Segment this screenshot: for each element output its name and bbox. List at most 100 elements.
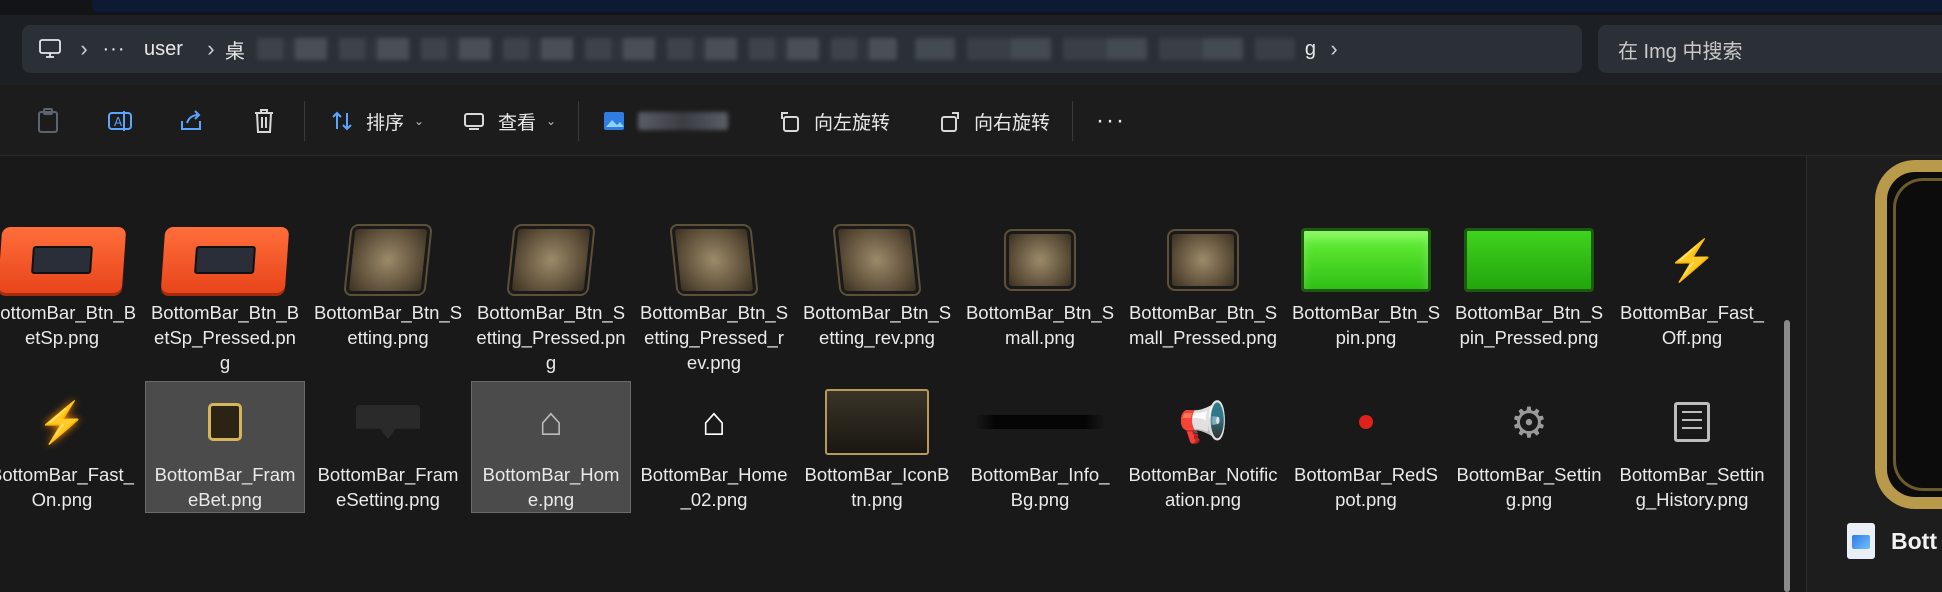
rotate-right-label: 向右旋转 xyxy=(974,112,1051,134)
file-item[interactable]: BottomBar_Btn_BetSp_Pressed.png xyxy=(146,220,304,375)
file-item[interactable]: 📢 BottomBar_Notification.png xyxy=(1124,382,1282,512)
preview-file-name: Bott xyxy=(1891,527,1937,554)
file-name: BottomBar_Info_Bg.png xyxy=(970,464,1110,510)
file-thumbnail xyxy=(0,220,137,300)
sort-label: 排序 xyxy=(366,112,405,134)
vertical-scrollbar[interactable] xyxy=(1784,320,1790,592)
preview-pane: Bott xyxy=(1806,156,1942,592)
image-icon xyxy=(600,107,628,135)
file-name: BottomBar_FrameBet.png xyxy=(154,464,296,510)
file-item[interactable]: BottomBar_Btn_Spin_Pressed.png xyxy=(1450,220,1608,350)
preview-image xyxy=(1875,160,1942,509)
home-icon: ⌂ xyxy=(538,399,564,444)
file-thumbnail: ⌂ xyxy=(476,382,626,462)
title-strip xyxy=(0,0,1942,15)
file-name: BottomBar_Btn_BetSp.png xyxy=(0,302,137,348)
breadcrumb-chevron-icon[interactable]: › xyxy=(70,36,98,62)
file-item[interactable]: BottomBar_IconBtn.png xyxy=(798,382,956,512)
view-icon xyxy=(460,107,488,135)
file-name: BottomBar_Home_02.png xyxy=(640,464,788,510)
toolbar-divider xyxy=(578,101,579,141)
view-label: 查看 xyxy=(498,112,537,134)
file-item[interactable]: ⌂ BottomBar_Home.png xyxy=(471,381,631,513)
breadcrumb-item-img[interactable]: g xyxy=(1301,38,1320,61)
file-item[interactable]: BottomBar_FrameSetting.png xyxy=(309,382,467,512)
bronze-button-thumbnail xyxy=(506,224,596,296)
file-name: BottomBar_Btn_Setting_rev.png xyxy=(802,302,952,348)
file-thumbnail xyxy=(1128,220,1278,300)
svg-text:A: A xyxy=(114,115,123,129)
file-name: BottomBar_Btn_Small_Pressed.png xyxy=(1128,302,1278,348)
breadcrumb-item-desktop[interactable]: 桌 xyxy=(225,35,245,64)
search-input[interactable]: 在 Img 中搜索 xyxy=(1598,25,1942,73)
paste-button[interactable] xyxy=(34,103,62,139)
file-item[interactable]: BottomBar_Btn_BetSp.png xyxy=(0,220,141,350)
breadcrumb-chevron-icon[interactable]: › xyxy=(1320,36,1348,62)
file-item[interactable]: BottomBar_FrameBet.png xyxy=(145,381,305,513)
file-thumbnail xyxy=(1617,382,1767,462)
trash-icon xyxy=(250,107,278,135)
file-thumbnail xyxy=(313,220,463,300)
chevron-down-icon: ⌄ xyxy=(546,114,557,128)
sort-button[interactable]: 排序 ⌄ xyxy=(328,103,424,139)
file-item[interactable]: BottomBar_RedSpot.png xyxy=(1287,382,1445,512)
file-name: BottomBar_Setting_History.png xyxy=(1619,464,1765,510)
file-item[interactable]: BottomBar_Setting_History.png xyxy=(1613,382,1771,512)
home-icon: ⌂ xyxy=(701,399,727,444)
toolbar-divider xyxy=(304,101,305,141)
file-name: BottomBar_RedSpot.png xyxy=(1294,464,1438,510)
file-item[interactable]: ⚡ BottomBar_Fast_On.png xyxy=(0,382,141,512)
clipboard-icon xyxy=(34,107,62,135)
file-thumbnail xyxy=(150,220,300,300)
rotate-right-button[interactable]: 向右旋转 xyxy=(936,103,1050,139)
file-item[interactable]: ⌂ BottomBar_Home_02.png xyxy=(635,382,793,512)
file-name: BottomBar_Fast_On.png xyxy=(0,464,134,510)
file-item[interactable]: BottomBar_Btn_Setting.png xyxy=(309,220,467,350)
file-name: BottomBar_Setting.png xyxy=(1456,464,1602,510)
bronze-button-thumbnail xyxy=(669,224,759,296)
bronze-button-thumbnail xyxy=(1167,229,1239,291)
rename-button[interactable]: A xyxy=(106,103,134,139)
set-background-button[interactable] xyxy=(600,103,728,139)
red-dot-icon xyxy=(1359,415,1373,429)
breadcrumb-more-button[interactable]: ··· xyxy=(98,38,130,61)
file-item[interactable]: BottomBar_Btn_Small_Pressed.png xyxy=(1124,220,1282,350)
file-item[interactable]: BottomBar_Btn_Setting_Pressed.png xyxy=(472,220,630,375)
file-item[interactable]: ⚙ BottomBar_Setting.png xyxy=(1450,382,1608,512)
file-item[interactable]: BottomBar_Btn_Spin.png xyxy=(1287,220,1445,350)
file-name: BottomBar_Btn_BetSp_Pressed.png xyxy=(150,302,300,373)
file-name: BottomBar_Btn_Setting_Pressed_rev.png xyxy=(639,302,789,373)
icon-button-thumbnail xyxy=(825,389,929,455)
file-grid: BottomBar_Btn_BetSp.png BottomBar_Btn_Bet… xyxy=(0,156,1806,592)
green-button-thumbnail xyxy=(1464,228,1594,292)
file-item[interactable]: BottomBar_Btn_Small.png xyxy=(961,220,1119,350)
preview-file-info: Bott xyxy=(1847,523,1937,559)
file-item[interactable]: BottomBar_Info_Bg.png xyxy=(961,382,1119,512)
info-bar-thumbnail xyxy=(975,415,1105,429)
breadcrumb[interactable]: › ··· user › 桌 g › xyxy=(22,25,1582,73)
rotate-left-button[interactable]: 向左旋转 xyxy=(776,103,890,139)
file-item[interactable]: ⚡ BottomBar_Fast_Off.png xyxy=(1613,220,1771,350)
delete-button[interactable] xyxy=(250,103,278,139)
file-thumbnail xyxy=(802,220,952,300)
breadcrumb-item-user[interactable]: user xyxy=(130,38,197,61)
breadcrumb-chevron-icon[interactable]: › xyxy=(197,36,225,62)
file-thumbnail: ⚙ xyxy=(1454,382,1604,462)
file-item[interactable]: BottomBar_Btn_Setting_Pressed_rev.png xyxy=(635,220,793,375)
sort-arrows-icon xyxy=(328,107,356,135)
more-options-button[interactable]: ··· xyxy=(1096,103,1126,139)
rotate-left-icon xyxy=(776,107,804,135)
bronze-button-thumbnail xyxy=(1004,229,1076,291)
file-thumbnail xyxy=(802,382,952,462)
file-item[interactable]: BottomBar_Btn_Setting_rev.png xyxy=(798,220,956,350)
green-button-thumbnail xyxy=(1301,228,1431,292)
share-button[interactable] xyxy=(178,103,206,139)
toolbar-divider xyxy=(1072,101,1073,141)
file-thumbnail xyxy=(1291,382,1441,462)
file-thumbnail xyxy=(965,220,1115,300)
file-thumbnail: ⌂ xyxy=(639,382,789,462)
view-button[interactable]: 查看 ⌄ xyxy=(460,103,556,139)
document-list-icon xyxy=(1674,402,1710,442)
computer-icon[interactable] xyxy=(30,39,70,59)
gear-icon: ⚙ xyxy=(1510,398,1548,446)
